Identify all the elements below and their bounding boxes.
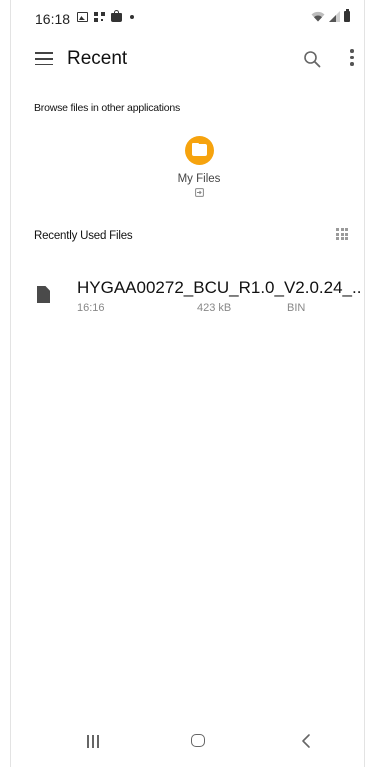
more-options-icon[interactable] xyxy=(349,49,355,69)
recent-files-header: Recently Used Files xyxy=(34,230,133,242)
open-external-icon xyxy=(194,188,204,197)
status-bar: 16:18 xyxy=(11,0,364,36)
navigation-bar xyxy=(11,719,364,767)
status-time: 16:18 xyxy=(35,11,71,27)
screen: 16:18 Recent Browse files in other appli… xyxy=(10,0,365,767)
home-icon[interactable] xyxy=(191,734,205,747)
notification-dot-icon xyxy=(130,15,134,19)
menu-icon[interactable] xyxy=(35,52,53,66)
shopping-bag-icon xyxy=(111,10,122,22)
app-bar: Recent xyxy=(11,38,364,82)
battery-icon xyxy=(344,9,350,22)
status-icons-right xyxy=(311,9,350,22)
signal-icon xyxy=(329,11,340,22)
qr-code-icon xyxy=(94,12,105,22)
file-name: HYGAA00272_BCU_R1.0_V2.0.24_... xyxy=(77,278,363,297)
search-icon[interactable] xyxy=(303,50,321,68)
wifi-icon xyxy=(311,11,325,22)
browse-section-header: Browse files in other applications xyxy=(34,102,181,114)
status-icons-left xyxy=(77,10,134,22)
recent-apps-icon[interactable] xyxy=(87,735,99,748)
file-row[interactable]: HYGAA00272_BCU_R1.0_V2.0.24_... 16:16 42… xyxy=(11,272,364,324)
my-files-app-tile[interactable]: My Files xyxy=(171,136,227,197)
file-icon xyxy=(37,286,50,303)
my-files-app-icon xyxy=(184,136,214,165)
back-icon[interactable] xyxy=(299,733,313,749)
page-title: Recent xyxy=(67,48,128,69)
my-files-app-label: My Files xyxy=(177,173,221,185)
gallery-icon xyxy=(77,12,88,22)
file-size: 423 kB xyxy=(197,302,232,314)
file-type: BIN xyxy=(287,302,306,314)
grid-view-icon[interactable] xyxy=(336,228,348,240)
file-time: 16:16 xyxy=(77,302,105,314)
